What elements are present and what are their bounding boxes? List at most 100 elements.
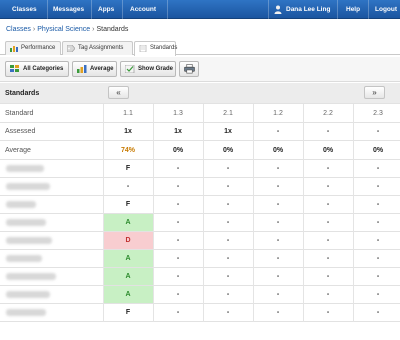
tab-performance[interactable]: Performance [5, 41, 61, 55]
nav-messages[interactable]: Messages [53, 0, 84, 19]
grid-cell[interactable]: - [253, 286, 303, 303]
grid-cell: 0% [353, 141, 400, 159]
grid-cell[interactable]: A [103, 214, 153, 231]
grid-cell[interactable]: - [353, 286, 400, 303]
grid-cell[interactable]: D [103, 232, 153, 249]
grid-cell[interactable]: - [153, 196, 203, 213]
grid-cell[interactable]: - [153, 214, 203, 231]
grid-cell[interactable]: - [253, 304, 303, 321]
nav-logout[interactable]: Logout [375, 0, 397, 19]
tab-bar: Performance Tag Assignments Standards [0, 40, 400, 56]
grid-cell[interactable]: - [253, 250, 303, 267]
grid-cell[interactable]: - [303, 196, 353, 213]
nav-user[interactable]: Dana Lee Ling [286, 0, 330, 19]
next-columns-button[interactable]: » [364, 86, 385, 99]
nav-divider [122, 0, 123, 19]
grid-cell[interactable]: - [203, 250, 253, 267]
grid-cell[interactable]: - [103, 178, 153, 195]
grid-cell[interactable]: - [303, 160, 353, 177]
grid-cell[interactable]: F [103, 196, 153, 213]
student-name-redacted[interactable] [6, 183, 50, 190]
show-grade-button[interactable]: Show Grade [120, 61, 176, 77]
grid-cell[interactable]: - [153, 286, 203, 303]
grid-cell[interactable]: - [153, 304, 203, 321]
prev-columns-button[interactable]: « [108, 86, 129, 99]
grid-cell[interactable]: - [353, 268, 400, 285]
nav-classes[interactable]: Classes [12, 0, 37, 19]
average-button[interactable]: Average [72, 61, 117, 77]
grid-cell[interactable]: - [303, 304, 353, 321]
tab-tag-assignments[interactable]: Tag Assignments [62, 41, 133, 55]
grid-cell[interactable]: - [203, 286, 253, 303]
grid-cell[interactable]: F [103, 304, 153, 321]
grid-cell[interactable]: - [203, 304, 253, 321]
grid-cell[interactable]: - [203, 196, 253, 213]
grid-cell[interactable]: - [153, 160, 203, 177]
grid-cell: 1x [203, 123, 253, 140]
student-name-redacted[interactable] [6, 201, 36, 208]
student-name-redacted[interactable] [6, 273, 56, 280]
bar-chart-icon [10, 46, 18, 52]
grid-cell[interactable]: - [253, 178, 303, 195]
assessed-row: Assessed 1x 1x 1x - - - [0, 123, 400, 141]
grid-cell[interactable]: - [353, 304, 400, 321]
cell-value: D [125, 237, 131, 244]
grid-cell[interactable]: - [353, 178, 400, 195]
grid-cell[interactable]: - [203, 268, 253, 285]
grid-cell[interactable]: - [153, 178, 203, 195]
grid-cell[interactable]: A [103, 286, 153, 303]
grid-cell[interactable]: - [253, 232, 303, 249]
nav-help[interactable]: Help [346, 0, 360, 19]
student-name-redacted[interactable] [6, 309, 46, 316]
grid-cell[interactable]: - [353, 196, 400, 213]
all-categories-button[interactable]: All Categories [5, 61, 69, 77]
grid-cell[interactable]: - [253, 214, 303, 231]
grid-cell[interactable]: - [203, 178, 253, 195]
student-name-redacted[interactable] [6, 219, 46, 226]
nav-account[interactable]: Account [130, 0, 156, 19]
student-name-redacted[interactable] [6, 255, 42, 262]
tab-standards[interactable]: Standards [134, 41, 177, 56]
toolbar: All Categories Average Show Grade [0, 57, 400, 82]
grid-cell[interactable]: - [303, 250, 353, 267]
column-divider [153, 104, 154, 322]
cell-value: - [376, 165, 380, 172]
grid-cell[interactable]: - [153, 232, 203, 249]
grid-cell[interactable]: - [303, 178, 353, 195]
grid-cell[interactable]: - [203, 160, 253, 177]
grid-cell[interactable]: - [253, 268, 303, 285]
grid-cell[interactable]: A [103, 250, 153, 267]
student-name-redacted[interactable] [6, 237, 52, 244]
grid-cell[interactable]: - [153, 250, 203, 267]
nav-apps[interactable]: Apps [98, 0, 114, 19]
breadcrumb-course[interactable]: Physical Science [37, 26, 90, 33]
grid-cell[interactable]: - [353, 160, 400, 177]
student-name-redacted[interactable] [6, 291, 50, 298]
grid-cell: 0% [253, 141, 303, 159]
cell-value: - [226, 237, 230, 244]
student-name-redacted[interactable] [6, 165, 44, 172]
cell-value: F [125, 165, 131, 172]
cell-value: F [125, 309, 131, 316]
grid-cell[interactable]: F [103, 160, 153, 177]
cell-value: - [326, 219, 330, 226]
grid-cell[interactable]: - [253, 196, 303, 213]
grid-cell[interactable]: - [353, 214, 400, 231]
grid-cell[interactable]: - [353, 250, 400, 267]
grid-cell[interactable]: - [303, 268, 353, 285]
breadcrumb-classes[interactable]: Classes [6, 26, 31, 33]
grid-cell[interactable]: - [203, 232, 253, 249]
grid-cell[interactable]: - [303, 232, 353, 249]
grid-cell[interactable]: - [303, 214, 353, 231]
grid-cell[interactable]: - [353, 232, 400, 249]
grid-cell[interactable]: - [253, 160, 303, 177]
grid-cell[interactable]: - [153, 268, 203, 285]
grid-cell: 1.2 [253, 104, 303, 122]
grid-cell[interactable]: - [303, 286, 353, 303]
column-divider [353, 104, 354, 322]
column-divider [253, 104, 254, 322]
grid-cell[interactable]: A [103, 268, 153, 285]
print-button[interactable] [179, 61, 199, 77]
grid-cell[interactable]: - [203, 214, 253, 231]
grid-cell: 0% [153, 141, 203, 159]
